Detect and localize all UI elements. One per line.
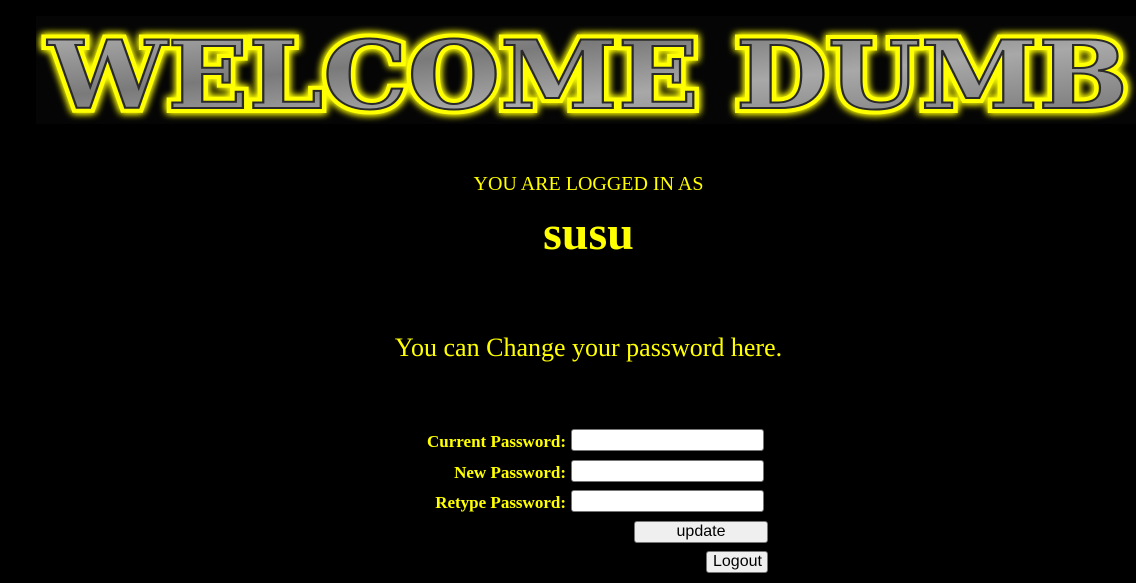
current-password-label: Current Password: [427,432,566,451]
new-password-label: New Password: [454,463,566,482]
new-password-row: New Password: [300,460,770,486]
logged-in-label: YOU ARE LOGGED IN AS [473,173,704,195]
new-password-input[interactable] [571,460,764,482]
update-password-button[interactable]: update password [634,521,768,560]
current-password-input[interactable] [571,429,764,451]
current-password-row: Current Password: [300,429,770,455]
change-password-message: You can Change your password here. [394,333,783,362]
banner-text: WELCOME DUMB [47,21,1128,124]
retype-password-input[interactable] [571,490,764,512]
retype-password-label: Retype Password: [435,493,566,512]
welcome-banner: WELCOME DUMB WELCOME DUMB [36,16,1136,124]
logout-button[interactable]: Logout [706,551,768,573]
welcome-banner-image: WELCOME DUMB WELCOME DUMB [42,16,1133,124]
username: susu [543,207,634,260]
retype-password-row: Retype Password: [300,490,770,516]
